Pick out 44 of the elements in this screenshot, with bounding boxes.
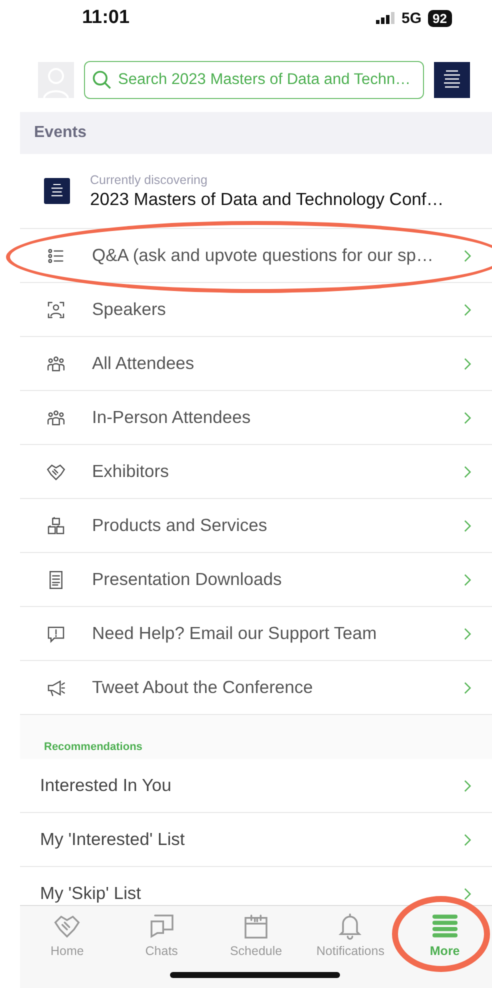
event-caption: Currently discovering (90, 172, 208, 186)
menu-item[interactable]: Products and Services (20, 499, 492, 553)
menu-icon (430, 912, 459, 940)
menu-item[interactable]: Q&A (ask and upvote questions for our sp… (20, 229, 492, 283)
person-frame-icon (46, 300, 66, 320)
chevron-icon (463, 626, 472, 640)
chevron-icon (463, 464, 472, 478)
chevron-icon (463, 356, 472, 370)
status-time: 11:01 (82, 7, 130, 29)
menu-item[interactable]: In-Person Attendees (20, 391, 492, 445)
group-icon (46, 408, 66, 428)
chevron-icon (463, 410, 472, 424)
menu-item[interactable]: Need Help? Email our Support Team (20, 607, 492, 661)
boxes-icon (46, 516, 66, 536)
chevron-icon (463, 680, 472, 694)
chevron-icon (463, 248, 472, 262)
chevron-icon (463, 518, 472, 532)
search-icon (91, 69, 113, 91)
network-label: 5G (402, 10, 422, 26)
group-icon (46, 354, 66, 374)
search-field[interactable]: Search 2023 Masters of Data and Techn… (84, 61, 424, 99)
menu-item[interactable]: Speakers (20, 283, 492, 337)
menu-item[interactable]: My 'Interested' List (20, 813, 492, 867)
event-title: 2023 Masters of Data and Technology Conf… (90, 188, 444, 210)
menu-item[interactable]: Interested In You (20, 759, 492, 813)
chevron-icon (463, 886, 472, 900)
menu-item[interactable]: All Attendees (20, 337, 492, 391)
chevron-icon (463, 832, 472, 846)
alert-bubble-icon (46, 624, 66, 644)
menu-item[interactable]: Exhibitors (20, 445, 492, 499)
megaphone-icon (46, 678, 66, 698)
current-event-row[interactable]: Currently discovering 2023 Masters of Data and Technology Conf… (20, 154, 492, 229)
chevron-icon (463, 778, 472, 792)
conference-logo-icon (44, 178, 70, 204)
chat-icon (148, 912, 176, 940)
menu-item[interactable]: Presentation Downloads (20, 553, 492, 607)
conference-logo-icon[interactable] (434, 62, 470, 98)
calendar-icon (242, 912, 270, 940)
chevron-icon (463, 302, 472, 316)
signal-icon (376, 12, 396, 24)
battery-level: 92 (428, 10, 452, 26)
chevron-icon (463, 572, 472, 586)
section-title: Events (34, 124, 86, 142)
section-title: Recommendations (44, 741, 142, 753)
